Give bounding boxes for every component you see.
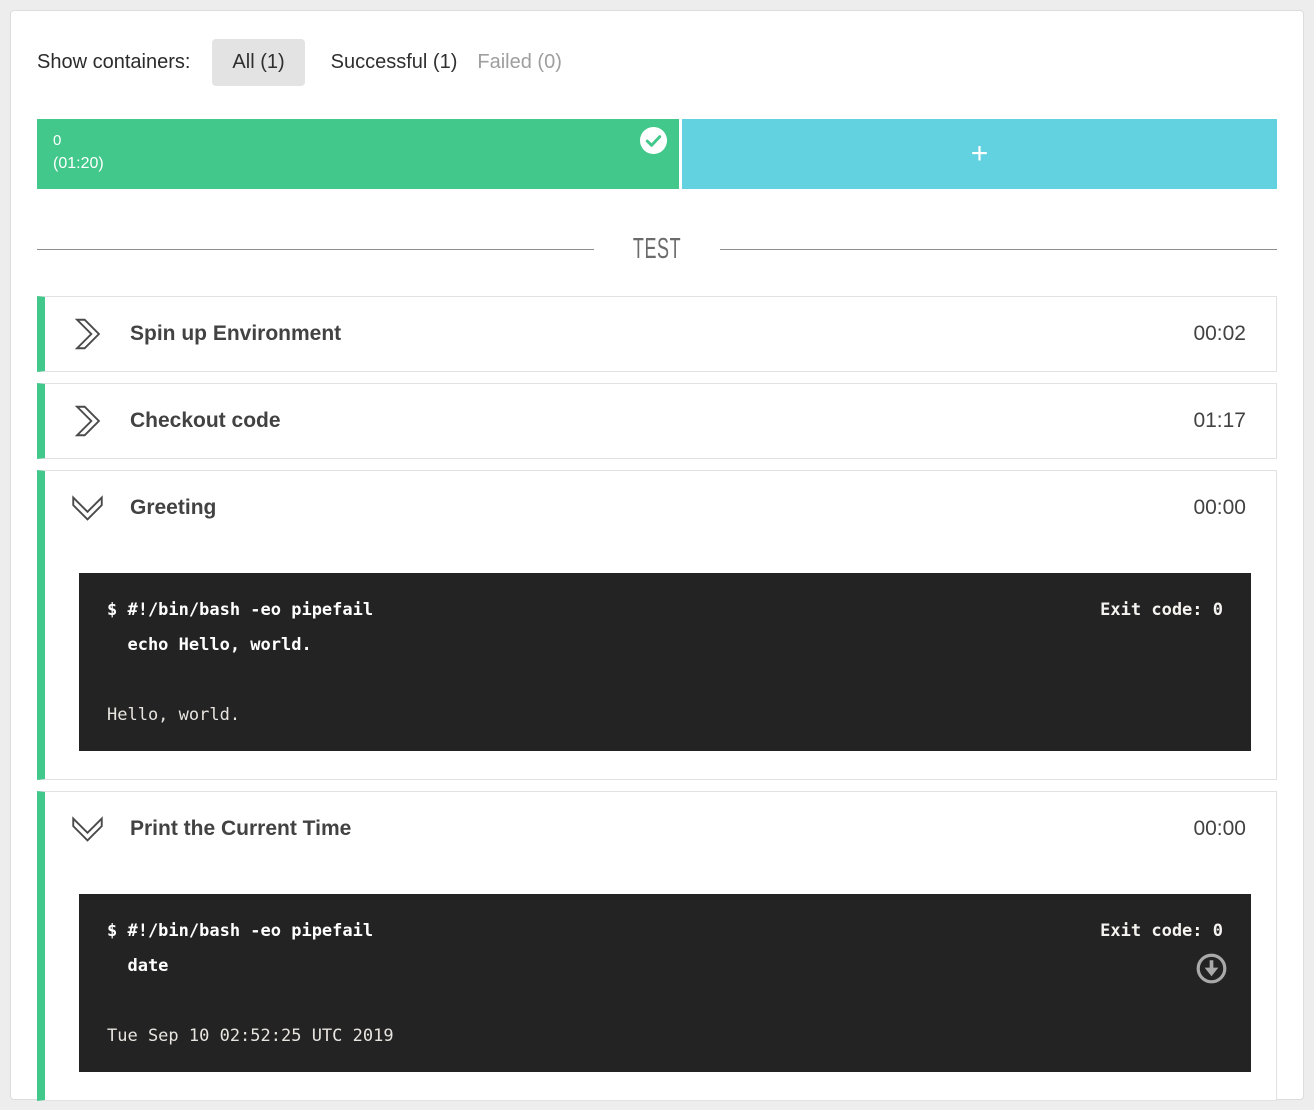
divider-line-left xyxy=(37,249,594,251)
output-line: Hello, world. xyxy=(107,698,1223,733)
show-containers-label: Show containers: xyxy=(37,51,190,74)
command-line: $ #!/bin/bash -eo pipefail xyxy=(107,593,1223,628)
divider-line-right xyxy=(720,249,1277,251)
step-row-print-current-time: Print the Current Time 00:00 $ #!/bin/ba… xyxy=(37,791,1277,1101)
chevron-down-icon xyxy=(69,815,107,844)
step-duration: 00:00 xyxy=(1193,496,1246,520)
step-header-spin-up-environment[interactable]: Spin up Environment 00:02 xyxy=(45,297,1276,371)
command-line: date xyxy=(107,949,1223,984)
parallel-runs-bar: 0 (01:20) + xyxy=(37,119,1277,189)
filter-all-button[interactable]: All (1) xyxy=(212,39,304,86)
filter-successful-button[interactable]: Successful (1) xyxy=(321,39,468,86)
job-steps-panel: Show containers: All (1) Successful (1) … xyxy=(10,10,1304,1100)
chevron-right-icon xyxy=(73,402,102,440)
exit-code-badge: Exit code: 0 xyxy=(1100,914,1223,949)
command-line: $ #!/bin/bash -eo pipefail xyxy=(107,914,1223,949)
terminal-output-print-current-time: $ #!/bin/bash -eo pipefail date Tue Sep … xyxy=(79,894,1251,1072)
step-row-greeting: Greeting 00:00 $ #!/bin/bash -eo pipefai… xyxy=(37,470,1277,780)
container-index: 0 xyxy=(53,130,663,152)
step-title: Checkout code xyxy=(130,409,281,433)
step-header-greeting[interactable]: Greeting 00:00 xyxy=(45,471,1276,545)
output-line: Tue Sep 10 02:52:25 UTC 2019 xyxy=(107,1019,1223,1054)
step-title: Spin up Environment xyxy=(130,322,341,346)
blank-line xyxy=(107,663,1223,698)
blank-line xyxy=(107,984,1223,1019)
add-container-button[interactable]: + xyxy=(682,119,1277,189)
step-header-checkout-code[interactable]: Checkout code 01:17 xyxy=(45,384,1276,458)
container-filter-bar: Show containers: All (1) Successful (1) … xyxy=(37,38,1277,86)
container-duration: (01:20) xyxy=(53,152,663,176)
step-title: Print the Current Time xyxy=(130,817,351,841)
step-duration: 01:17 xyxy=(1193,409,1246,433)
chevron-down-icon xyxy=(69,494,107,523)
terminal-output-greeting: $ #!/bin/bash -eo pipefail echo Hello, w… xyxy=(79,573,1251,751)
step-row-checkout-code: Checkout code 01:17 xyxy=(37,383,1277,459)
command-line: echo Hello, world. xyxy=(107,628,1223,663)
download-output-icon[interactable] xyxy=(1195,952,1228,985)
step-title: Greeting xyxy=(130,496,216,520)
success-check-icon xyxy=(639,126,668,155)
step-header-print-current-time[interactable]: Print the Current Time 00:00 xyxy=(45,792,1276,866)
test-section-title: TEST xyxy=(633,233,681,266)
test-section-divider: TEST xyxy=(37,233,1277,266)
filter-failed-button[interactable]: Failed (0) xyxy=(467,39,571,86)
steps-list: Spin up Environment 00:02 Checkout code … xyxy=(37,296,1277,1101)
chevron-right-icon xyxy=(73,315,102,353)
plus-icon: + xyxy=(971,139,989,169)
step-row-spin-up-environment: Spin up Environment 00:02 xyxy=(37,296,1277,372)
step-duration: 00:02 xyxy=(1193,322,1246,346)
step-duration: 00:00 xyxy=(1193,817,1246,841)
exit-code-badge: Exit code: 0 xyxy=(1100,593,1223,628)
container-0-tab[interactable]: 0 (01:20) xyxy=(37,119,679,189)
